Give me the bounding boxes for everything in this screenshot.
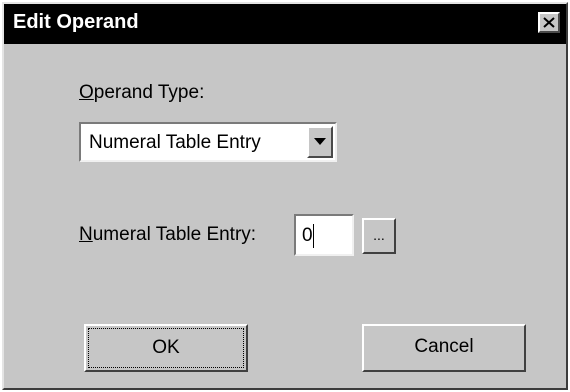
edit-operand-dialog: Edit Operand Operand Type: Numeral Table… (2, 2, 568, 390)
close-button[interactable] (538, 12, 560, 33)
dropdown-button[interactable] (307, 126, 333, 158)
operand-type-selected-value: Numeral Table Entry (89, 132, 261, 153)
browse-button[interactable]: ... (362, 218, 396, 254)
numeral-table-entry-input[interactable]: 0 (294, 214, 354, 256)
title-bar[interactable]: Edit Operand (4, 4, 566, 44)
window-title: Edit Operand (13, 11, 139, 33)
ok-button[interactable]: OK (84, 324, 248, 372)
cancel-button[interactable]: Cancel (362, 324, 526, 372)
numeral-table-entry-label: Numeral Table Entry: (79, 224, 256, 246)
numeral-table-entry-value: 0 (302, 225, 313, 246)
numeral-table-entry-label-text: umeral Table Entry: (92, 224, 257, 245)
close-icon (543, 17, 555, 28)
ok-button-label: OK (87, 327, 245, 369)
text-caret (313, 224, 314, 248)
operand-type-label-mnemonic: O (79, 82, 94, 103)
chevron-down-icon (314, 138, 326, 145)
operand-type-label-text: perand Type: (93, 82, 205, 103)
numeral-table-entry-label-mnemonic: N (79, 224, 93, 245)
operand-type-select[interactable]: Numeral Table Entry (79, 122, 337, 162)
operand-type-label: Operand Type: (79, 82, 204, 104)
